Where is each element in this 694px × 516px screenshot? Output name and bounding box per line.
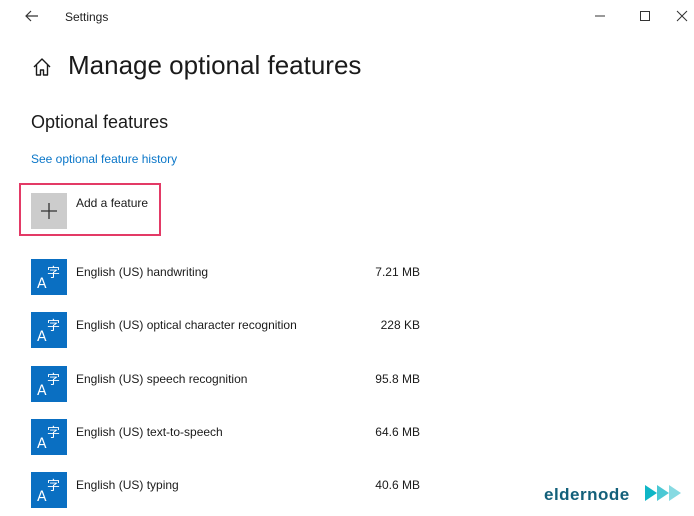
home-icon[interactable] bbox=[31, 56, 53, 78]
page-title: Manage optional features bbox=[68, 50, 362, 80]
feature-history-link[interactable]: See optional feature history bbox=[31, 152, 177, 166]
maximize-icon[interactable] bbox=[630, 4, 660, 28]
feature-name: English (US) typing bbox=[76, 478, 179, 492]
window-title: Settings bbox=[65, 10, 109, 24]
svg-text:字: 字 bbox=[47, 266, 60, 281]
add-feature-button[interactable] bbox=[31, 193, 67, 229]
feature-name: English (US) speech recognition bbox=[76, 372, 248, 386]
language-icon: A 字 bbox=[31, 366, 67, 402]
svg-text:A: A bbox=[37, 329, 47, 345]
svg-text:字: 字 bbox=[47, 319, 60, 334]
feature-name: English (US) optical character recogniti… bbox=[76, 318, 297, 332]
close-icon[interactable] bbox=[667, 4, 694, 28]
svg-text:字: 字 bbox=[47, 373, 60, 388]
feature-row[interactable]: A 字 English (US) text-to-speech 64.6 MB bbox=[0, 419, 694, 459]
svg-text:A: A bbox=[37, 276, 47, 292]
svg-text:A: A bbox=[37, 489, 47, 505]
feature-row[interactable]: A 字 English (US) optical character recog… bbox=[0, 312, 694, 352]
watermark-logo: eldernode bbox=[544, 485, 630, 504]
feature-row[interactable]: A 字 English (US) speech recognition 95.8… bbox=[0, 366, 694, 406]
svg-text:A: A bbox=[37, 436, 47, 452]
title-bar: Settings bbox=[0, 0, 694, 32]
section-title: Optional features bbox=[31, 112, 169, 132]
language-icon: A 字 bbox=[31, 259, 67, 295]
back-arrow-icon[interactable] bbox=[20, 6, 44, 26]
language-icon: A 字 bbox=[31, 472, 67, 508]
svg-text:字: 字 bbox=[47, 426, 60, 441]
add-feature-label[interactable]: Add a feature bbox=[76, 196, 148, 210]
language-icon: A 字 bbox=[31, 312, 67, 348]
minimize-icon[interactable] bbox=[585, 4, 615, 28]
feature-size: 7.21 MB bbox=[375, 265, 420, 279]
feature-name: English (US) handwriting bbox=[76, 265, 209, 279]
feature-size: 228 KB bbox=[380, 318, 420, 332]
svg-text:字: 字 bbox=[47, 479, 60, 494]
language-icon: A 字 bbox=[31, 419, 67, 455]
feature-size: 40.6 MB bbox=[375, 478, 420, 492]
feature-name: English (US) text-to-speech bbox=[76, 425, 223, 439]
plus-icon bbox=[41, 203, 57, 219]
feature-row[interactable]: A 字 English (US) handwriting 7.21 MB bbox=[0, 259, 694, 299]
feature-size: 64.6 MB bbox=[375, 425, 420, 439]
feature-size: 95.8 MB bbox=[375, 372, 420, 386]
watermark-arrows-icon bbox=[645, 485, 681, 501]
svg-text:A: A bbox=[37, 383, 47, 399]
